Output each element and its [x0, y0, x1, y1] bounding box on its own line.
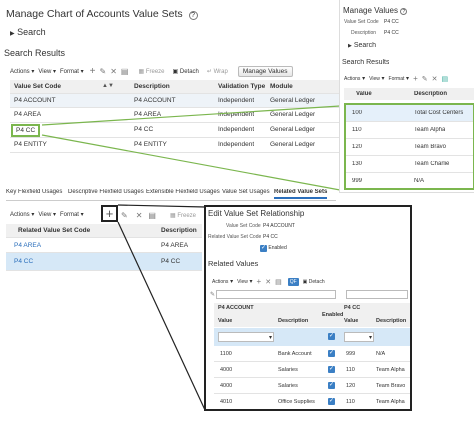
values-toolbar: Actions View Format + ✎ ✕ ▤: [344, 74, 448, 83]
format-menu[interactable]: Format: [389, 75, 410, 82]
filter-left-input[interactable]: [216, 290, 336, 299]
delete-icon[interactable]: ✕: [432, 75, 438, 83]
table-row[interactable]: 110 Team Alpha: [346, 122, 473, 139]
col-description[interactable]: Description: [278, 318, 308, 324]
help-icon[interactable]: ?: [400, 8, 408, 15]
actions-menu[interactable]: Actions: [212, 278, 233, 285]
value-set-code-value: P4 ACCOUNT: [263, 223, 295, 229]
table-row[interactable]: 120 Team Bravo: [346, 139, 473, 156]
search-toggle[interactable]: ▶ Search: [348, 42, 376, 49]
table-row[interactable]: 100 Total Cost Centers: [346, 105, 473, 122]
callout-line-bottom: [41, 134, 341, 191]
table-row[interactable]: 999 N/A: [346, 173, 473, 190]
col-value[interactable]: Value: [218, 318, 232, 324]
related-code-value: P4 CC: [263, 234, 278, 240]
edit-relationship-panel: Edit Value Set Relationship Value Set Co…: [204, 205, 412, 411]
chevron-down-icon: ▾: [268, 335, 272, 341]
filter-right-input[interactable]: [346, 290, 408, 299]
manage-values-panel: Manage Values ? Value Set Code P4 CC Des…: [339, 0, 474, 193]
edit-icon[interactable]: ✎: [422, 75, 428, 83]
enabled-checkbox[interactable]: ✓: [328, 398, 335, 405]
expand-triangle-icon: ▶: [348, 43, 352, 49]
table-row[interactable]: 4000 Salaries ✓ 120 Team Bravo: [214, 378, 410, 394]
table-row[interactable]: 4010 Office Supplies ✓ 110 Team Alpha: [214, 394, 410, 410]
detach-button[interactable]: ▣ Detach: [303, 279, 325, 285]
callout-line-dark-bottom: [117, 221, 206, 411]
table-row[interactable]: 130 Team Charlie: [346, 156, 473, 173]
filter-icon: ✎: [210, 292, 216, 298]
delete-icon[interactable]: ✕: [265, 278, 271, 286]
enabled-checkbox[interactable]: ✓: [328, 350, 335, 357]
add-icon[interactable]: +: [413, 74, 418, 83]
actions-menu[interactable]: Actions: [344, 75, 365, 82]
value-set-code-label: Value Set Code: [344, 19, 379, 25]
related-values-rows: 1100 Bank Account ✓ 999 N/A 4000 Salarie…: [214, 346, 410, 410]
new-row: ▾ ✓ ▾: [214, 328, 410, 346]
view-menu[interactable]: View: [369, 75, 384, 82]
related-values-heading: Related Values: [208, 259, 259, 268]
value-select-2[interactable]: ▾: [344, 332, 374, 342]
description-label: Description: [351, 30, 377, 36]
values-table-highlight: 100 Total Cost Centers 110 Team Alpha 12…: [344, 103, 474, 190]
values-table-header: Value Description: [344, 88, 474, 100]
value-set-code-value: P4 CC: [384, 19, 399, 25]
detach-icon: ▣: [302, 278, 308, 285]
enabled-checkbox[interactable]: ✓: [328, 333, 335, 340]
col-value[interactable]: Value: [356, 91, 372, 97]
add-icon[interactable]: +: [257, 277, 262, 286]
col-description-2[interactable]: Description: [376, 318, 406, 324]
col-enabled[interactable]: Enabled: [322, 312, 343, 318]
related-values-header: P4 ACCOUNT P4 CC Value Description Enabl…: [214, 303, 410, 327]
callout-line-dark-top: [117, 204, 206, 208]
search-results-heading: Search Results: [342, 59, 390, 66]
related-code-label: Related Value Set Code: [208, 234, 262, 240]
col-description[interactable]: Description: [414, 91, 447, 97]
group-right-label: P4 CC: [344, 305, 361, 311]
table-row[interactable]: 1100 Bank Account ✓ 999 N/A: [214, 346, 410, 362]
related-values-toolbar: Actions View + ✕ ▤ QF ▣ Detach: [212, 277, 325, 286]
export-icon[interactable]: ▤: [275, 278, 282, 286]
enabled-field[interactable]: ✓ Enabled: [260, 245, 287, 252]
value-select[interactable]: ▾: [218, 332, 274, 342]
description-value: P4 CC: [384, 30, 399, 36]
query-by-example-icon[interactable]: QF: [287, 277, 299, 286]
edit-relationship-title: Edit Value Set Relationship: [208, 209, 305, 218]
enabled-checkbox[interactable]: ✓: [328, 382, 335, 389]
manage-values-title: Manage Values ?: [343, 6, 408, 15]
export-icon[interactable]: ▤: [441, 75, 448, 83]
value-set-code-label: Value Set Code: [226, 223, 261, 229]
view-menu[interactable]: View: [237, 278, 252, 285]
table-row[interactable]: 4000 Salaries ✓ 110 Team Alpha: [214, 362, 410, 378]
enabled-checkbox[interactable]: ✓: [328, 366, 335, 373]
enabled-checkbox[interactable]: ✓: [260, 245, 267, 252]
callout-line-top: [41, 105, 341, 126]
col-value-2[interactable]: Value: [344, 318, 358, 324]
chevron-down-icon: ▾: [368, 335, 372, 341]
group-left-label: P4 ACCOUNT: [218, 305, 254, 311]
